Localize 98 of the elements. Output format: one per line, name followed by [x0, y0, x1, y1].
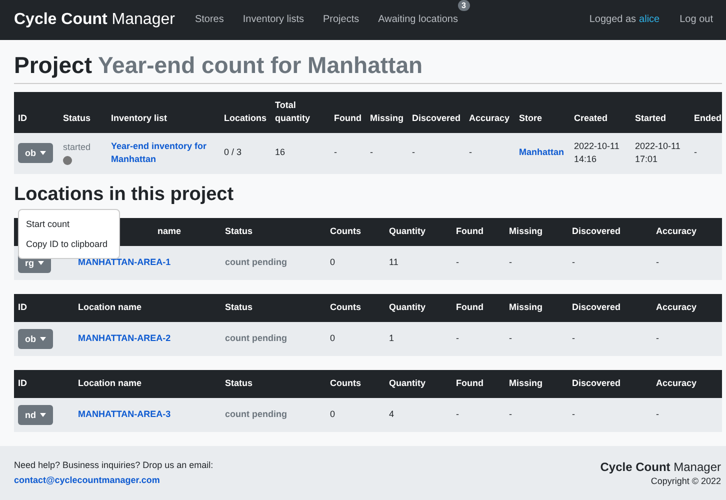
copyright-text: Copyright © 2022	[650, 476, 721, 486]
column-header: Status	[224, 377, 254, 390]
page-title: Project Year-end count for Manhattan	[14, 52, 722, 84]
table-cell-text: 0	[329, 256, 336, 269]
column-header: Created	[573, 112, 609, 126]
caret-icon	[40, 151, 46, 156]
column-header: Quantity	[388, 301, 427, 314]
table-cell-text: 0 / 3	[223, 146, 243, 160]
column-header: Missing	[508, 225, 544, 238]
column-header: Inventory list	[110, 112, 168, 126]
logged-as-text: Logged as	[589, 14, 636, 26]
status-text: started	[63, 141, 91, 154]
column-header: Found	[455, 301, 484, 314]
table-cell-text: -	[508, 332, 513, 345]
menu-item[interactable]: Copy ID to clipboard	[19, 234, 119, 254]
table-cell-text: 1	[388, 332, 396, 345]
table-cell-text: -	[655, 408, 660, 421]
column-header: ID	[17, 301, 28, 314]
column-header: Discovered	[571, 301, 622, 314]
column-header: Counts	[329, 301, 362, 314]
column-header: name	[156, 225, 182, 238]
table-cell-text: 2022-10-11 17:01	[634, 140, 682, 166]
table-cell-text: count pending	[224, 332, 288, 345]
column-header: Found	[333, 112, 362, 126]
caret-icon	[40, 336, 46, 341]
location-link[interactable]: MANHATTAN-AREA-2	[74, 332, 221, 346]
table-cell-text: 0	[329, 332, 336, 345]
column-header: Started	[634, 112, 668, 126]
table-cell-text: -	[693, 146, 698, 160]
id-dropdown-button[interactable]: ob	[18, 143, 53, 164]
help-text: Need help? Business inquiries? Drop us an email:	[14, 460, 214, 470]
menu-item[interactable]: Start count	[19, 214, 119, 234]
count-badge: 3	[458, 0, 470, 12]
column-header: Locations	[223, 112, 268, 126]
column-header: Counts	[329, 225, 362, 238]
column-header: Missing	[508, 301, 544, 314]
column-header: ID	[17, 377, 28, 390]
column-header: Status	[62, 112, 92, 126]
column-header: Ended	[693, 112, 722, 126]
column-header: Status	[224, 225, 254, 238]
table-cell-text: 4	[388, 408, 396, 421]
footer-logo: Cycle Count Manager	[600, 460, 721, 474]
table-cell-text: -	[455, 256, 460, 269]
column-header: Store	[518, 112, 544, 126]
table-cell-text: -	[571, 408, 576, 421]
id-dropdown-button[interactable]: nd	[18, 404, 53, 425]
table-cell-text: -	[468, 146, 473, 160]
nav-link[interactable]: Projects	[323, 14, 360, 26]
location-link[interactable]: MANHATTAN-AREA-1	[74, 256, 221, 270]
store-link[interactable]: Manhattan	[515, 146, 570, 160]
table-cell-text: 16	[274, 146, 286, 160]
column-header: Accuracy	[655, 377, 698, 390]
table-cell-text: count pending	[224, 408, 288, 421]
column-header: Total quantity	[274, 98, 311, 126]
column-header: Location name	[77, 377, 143, 390]
user-link[interactable]: alice	[639, 14, 660, 26]
table-cell-text: -	[455, 332, 460, 345]
nav-link[interactable]: Inventory lists	[242, 14, 304, 26]
table-cell-text: -	[333, 146, 338, 160]
table-cell-text: -	[411, 146, 416, 160]
section-title: Locations in this project	[14, 184, 235, 206]
column-header: Counts	[329, 377, 362, 390]
email-link[interactable]: contact@cyclecountmanager.com	[14, 475, 214, 486]
brand-logo[interactable]: Cycle Count Manager	[14, 10, 175, 29]
table-cell-text: -	[455, 408, 460, 421]
caret-icon	[40, 412, 46, 417]
column-header: Discovered	[411, 112, 462, 126]
column-header: Quantity	[388, 377, 427, 390]
table-cell-text: 11	[388, 256, 400, 269]
column-header: Missing	[508, 377, 544, 390]
table-cell-text: -	[655, 332, 660, 345]
column-header: Accuracy	[655, 225, 698, 238]
column-header: Accuracy	[655, 301, 698, 314]
table-cell-text: -	[508, 256, 513, 269]
column-header: Found	[455, 377, 484, 390]
table-cell-text: -	[571, 332, 576, 345]
logout-link[interactable]: Log out	[680, 14, 713, 26]
column-header: Missing	[369, 112, 405, 126]
table-cell-text: -	[508, 408, 513, 421]
column-header: Discovered	[571, 225, 622, 238]
nav-link[interactable]: Stores	[194, 14, 224, 26]
table-cell-text: 2022-10-11 14:16	[573, 140, 620, 166]
inventory-list-link[interactable]: Year-end inventory for Manhattan	[107, 140, 220, 167]
table-cell-text: -	[655, 256, 660, 269]
location-link[interactable]: MANHATTAN-AREA-3	[74, 408, 221, 422]
table-cell-text: 0	[329, 408, 336, 421]
table-cell-text: -	[369, 146, 374, 160]
column-header: Discovered	[571, 377, 622, 390]
status-dot-icon	[63, 156, 72, 165]
column-header: Quantity	[388, 225, 427, 238]
column-header: Found	[455, 225, 484, 238]
id-dropdown-button[interactable]: ob	[18, 328, 53, 349]
table-cell-text: count pending	[224, 256, 288, 269]
column-header: Status	[224, 301, 254, 314]
column-header: ID	[17, 112, 28, 126]
column-header: Accuracy	[468, 112, 511, 126]
table-cell-text: -	[571, 256, 576, 269]
column-header: Location name	[77, 301, 143, 314]
